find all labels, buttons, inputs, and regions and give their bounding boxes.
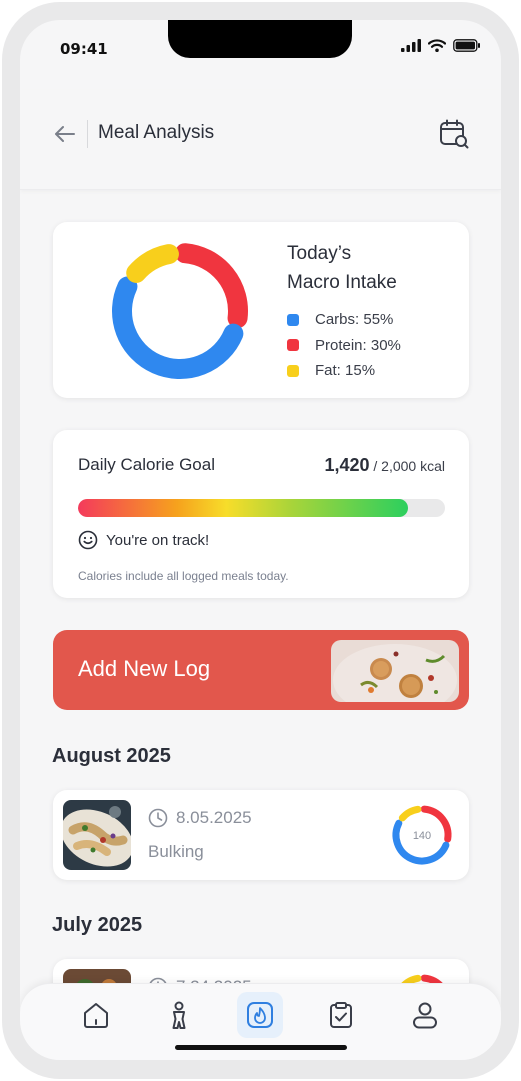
calorie-note: Calories include all logged meals today. xyxy=(78,569,289,583)
meal-thumbnail xyxy=(63,800,131,870)
fat-arc xyxy=(126,244,179,283)
battery-icon xyxy=(453,39,480,52)
bottom-navigation xyxy=(20,983,501,1060)
nav-calories[interactable] xyxy=(237,992,283,1038)
legend-item-protein: Protein: 30% xyxy=(287,333,401,359)
calorie-goal-title: Daily Calorie Goal xyxy=(78,455,215,474)
log-date-text: 8.05.2025 xyxy=(176,808,252,827)
legend-item-fat: Fat: 15% xyxy=(287,358,401,384)
signal-icon xyxy=(401,39,421,52)
arrow-left-icon xyxy=(55,126,75,142)
calorie-progress-fill xyxy=(78,499,409,517)
status-time: 09:41 xyxy=(60,40,108,58)
log-calories: 140 xyxy=(413,830,431,842)
macro-title: Today’s Macro Intake xyxy=(287,239,397,297)
calendar-search-button[interactable] xyxy=(438,118,470,150)
macro-donut-chart xyxy=(112,243,248,379)
protein-arc xyxy=(175,243,248,329)
add-new-log-button[interactable]: Add New Log xyxy=(53,630,469,710)
calorie-goal-card: Daily Calorie Goal 1,420 / 2,000 kcal Yo… xyxy=(53,430,469,598)
carbs-arc xyxy=(112,276,244,379)
nav-home[interactable] xyxy=(73,992,119,1038)
add-log-food-photo xyxy=(331,640,459,702)
nav-logs[interactable] xyxy=(318,992,364,1038)
profile-icon xyxy=(413,1002,437,1029)
clock-icon xyxy=(148,808,168,828)
macro-title-line1: Today’s xyxy=(287,243,352,264)
device-notch xyxy=(168,20,352,58)
body-icon xyxy=(172,1001,186,1029)
log-date: 8.05.2025 xyxy=(148,808,252,828)
fire-icon xyxy=(247,1002,273,1028)
fat-color-dot xyxy=(287,364,299,377)
calorie-values: 1,420 / 2,000 kcal xyxy=(324,455,445,476)
log-entry-card[interactable]: 8.05.2025 Bulking 140 xyxy=(53,790,469,880)
nav-body[interactable] xyxy=(156,992,202,1038)
back-button[interactable] xyxy=(52,121,78,147)
app-screen: 09:41 Meal Analysis Today’s Macro Intake… xyxy=(20,20,501,1060)
calorie-status-text: You're on track! xyxy=(106,531,210,549)
page-title: Meal Analysis xyxy=(98,122,215,143)
home-indicator xyxy=(175,1045,347,1050)
macro-title-line2: Macro Intake xyxy=(287,272,397,293)
smiley-icon xyxy=(78,530,98,550)
calendar-search-icon xyxy=(440,119,469,149)
add-new-log-label: Add New Log xyxy=(78,656,211,681)
macro-intake-card: Today’s Macro Intake Carbs: 55% Protein:… xyxy=(53,222,469,398)
log-label: Bulking xyxy=(148,842,204,861)
home-icon xyxy=(84,1003,108,1028)
log-macro-donut: 140 xyxy=(392,805,452,865)
legend-item-carbs: Carbs: 55% xyxy=(287,307,401,333)
legend-label: Carbs: 55% xyxy=(315,311,394,329)
fat-arc xyxy=(398,805,422,822)
calorie-goal: / 2,000 kcal xyxy=(373,458,445,474)
carbs-color-dot xyxy=(287,313,299,326)
header-divider xyxy=(87,120,88,148)
calorie-progress-bar xyxy=(78,499,445,517)
legend-label: Fat: 15% xyxy=(315,362,376,380)
section-title-july: July 2025 xyxy=(52,914,143,936)
status-icons xyxy=(401,39,481,52)
macro-legend: Carbs: 55% Protein: 30% Fat: 15% xyxy=(287,307,401,384)
calorie-current: 1,420 xyxy=(324,455,370,475)
clipboard-check-icon xyxy=(330,1002,352,1028)
nav-profile[interactable] xyxy=(402,992,448,1038)
legend-label: Protein: 30% xyxy=(315,336,401,354)
protein-color-dot xyxy=(287,339,299,352)
calorie-status: You're on track! xyxy=(78,530,209,550)
header: Meal Analysis xyxy=(20,90,501,190)
carbs-arc xyxy=(392,819,450,865)
wifi-icon xyxy=(428,39,446,52)
section-title-august: August 2025 xyxy=(52,745,171,767)
